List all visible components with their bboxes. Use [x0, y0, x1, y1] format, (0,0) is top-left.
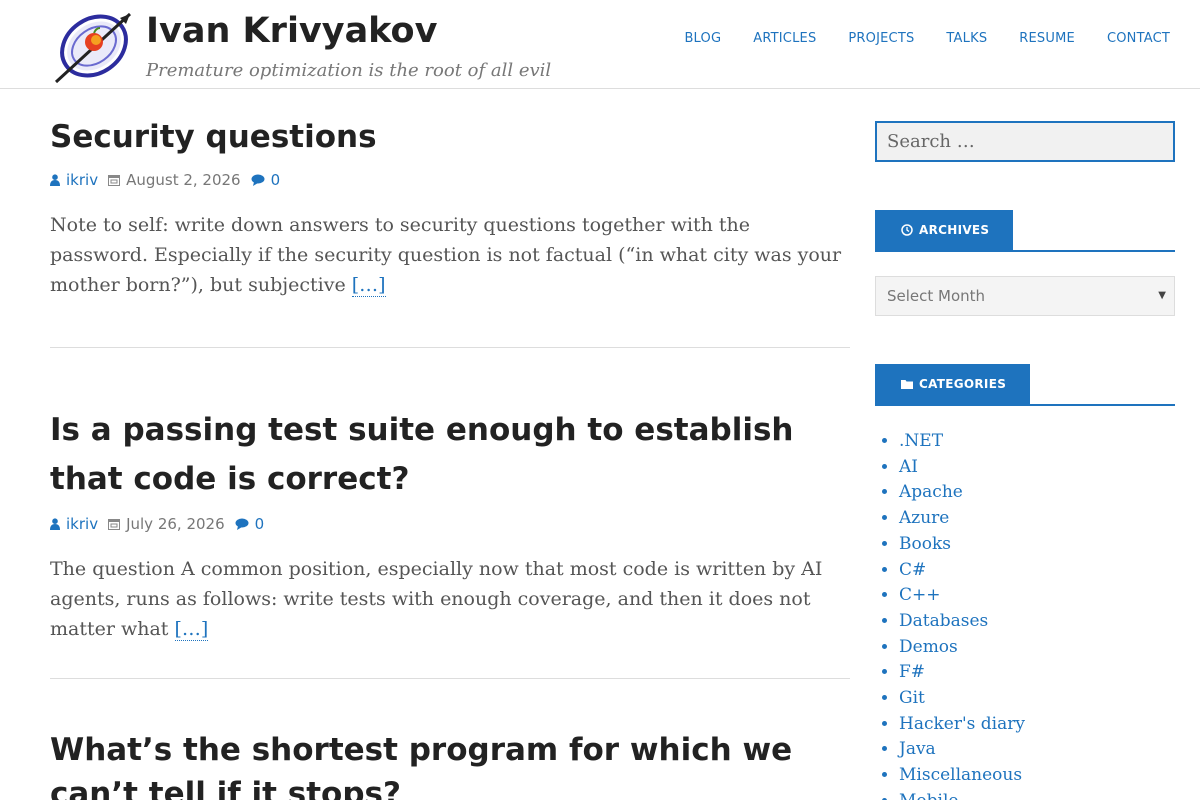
nav-talks[interactable]: TALKS [946, 31, 987, 46]
post-author[interactable]: ikriv [66, 171, 98, 189]
nav-contact[interactable]: CONTACT [1107, 31, 1170, 46]
chevron-down-icon: ▼ [1158, 290, 1166, 301]
post-title[interactable]: What’s the shortest program for which we… [50, 728, 850, 800]
post-comments-count[interactable]: 0 [255, 515, 265, 533]
categories-widget-title: CATEGORIES [875, 364, 1031, 404]
category-link[interactable]: Miscellaneous [899, 763, 1025, 789]
post-excerpt-text: Note to self: write down answers to secu… [50, 214, 842, 296]
nav-articles[interactable]: ARTICLES [753, 31, 816, 46]
category-link[interactable]: Books [899, 532, 1025, 558]
category-link[interactable]: Hacker's diary [899, 712, 1025, 738]
main-nav: BLOG ARTICLES PROJECTS TALKS RESUME CONT… [652, 31, 1170, 46]
category-link[interactable]: Git [899, 686, 1025, 712]
post-list: Security questions ikriv August 2, 2026 … [50, 89, 850, 800]
post-date: August 2, 2026 [126, 171, 241, 189]
category-link[interactable]: .NET [899, 429, 1025, 455]
category-link[interactable]: Databases [899, 609, 1025, 635]
categories-widget-header: CATEGORIES [875, 364, 1175, 406]
author-icon [50, 174, 60, 186]
post: Security questions ikriv August 2, 2026 … [50, 89, 850, 348]
folder-icon [901, 380, 913, 389]
post-excerpt-text: The question A common position, especial… [50, 558, 823, 640]
category-link[interactable]: Azure [899, 506, 1025, 532]
post-date: July 26, 2026 [126, 515, 225, 533]
nav-resume[interactable]: RESUME [1019, 31, 1075, 46]
comment-icon [251, 174, 265, 186]
site-header: Ivan Krivyakov Premature optimization is… [0, 0, 1200, 89]
post-title[interactable]: Security questions [50, 113, 850, 162]
categories-list: .NET AI Apache Azure Books C# C++ Databa… [899, 429, 1025, 800]
categories-title-text: CATEGORIES [919, 377, 1007, 391]
archives-title-text: ARCHIVES [919, 223, 990, 237]
clock-icon [901, 224, 913, 236]
post-meta: ikriv August 2, 2026 0 [50, 171, 850, 189]
category-link[interactable]: F# [899, 660, 1025, 686]
search-input[interactable]: Search … [875, 121, 1175, 162]
category-link[interactable]: C# [899, 558, 1025, 584]
calendar-icon [108, 175, 121, 186]
nav-blog[interactable]: BLOG [684, 31, 721, 46]
post-excerpt: The question A common position, especial… [50, 554, 850, 644]
nav-projects[interactable]: PROJECTS [848, 31, 914, 46]
archives-select-value: Select Month [887, 287, 986, 305]
post: Is a passing test suite enough to establ… [50, 348, 850, 679]
archives-month-select[interactable]: Select Month ▼ [875, 276, 1175, 316]
site-title[interactable]: Ivan Krivyakov [146, 11, 437, 51]
read-more-link[interactable]: […] [351, 274, 386, 297]
post-excerpt: Note to self: write down answers to secu… [50, 210, 850, 300]
category-link[interactable]: Apache [899, 480, 1025, 506]
post-comments-count[interactable]: 0 [271, 171, 281, 189]
calendar-icon [108, 519, 121, 530]
category-link[interactable]: Demos [899, 635, 1025, 661]
post: What’s the shortest program for which we… [50, 679, 850, 800]
post-title[interactable]: Is a passing test suite enough to establ… [50, 406, 850, 504]
archives-widget-title: ARCHIVES [875, 210, 1014, 250]
post-meta: ikriv July 26, 2026 0 [50, 515, 850, 533]
site-tagline: Premature optimization is the root of al… [146, 60, 552, 81]
archives-widget-header: ARCHIVES [875, 210, 1175, 252]
category-link[interactable]: AI [899, 455, 1025, 481]
logo-icon[interactable] [50, 10, 134, 86]
author-icon [50, 518, 60, 530]
category-link[interactable]: Java [899, 737, 1025, 763]
category-link[interactable]: Mobile [899, 789, 1025, 800]
category-link[interactable]: C++ [899, 583, 1025, 609]
post-author[interactable]: ikriv [66, 515, 98, 533]
read-more-link[interactable]: […] [174, 618, 209, 641]
comment-icon [235, 518, 249, 530]
